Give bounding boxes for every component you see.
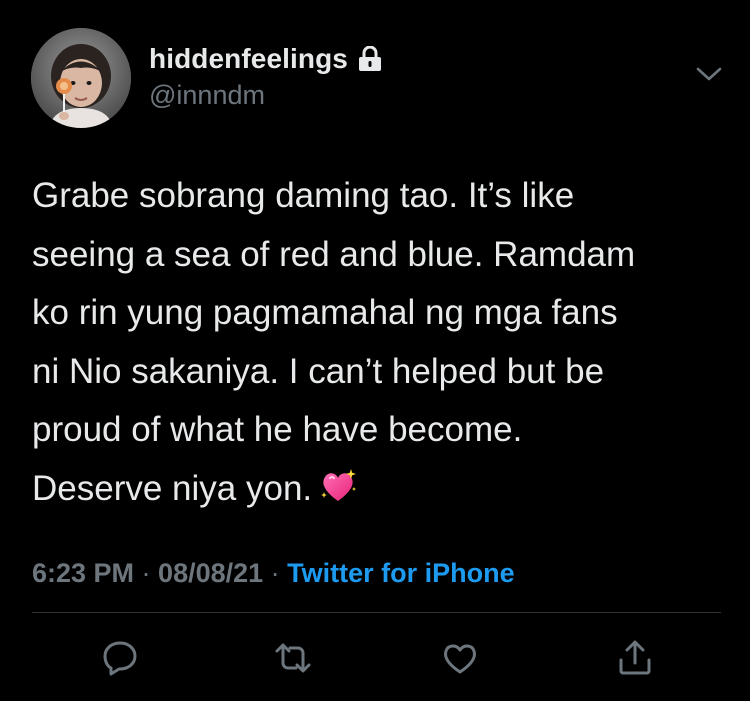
sparkling-heart-icon <box>318 466 358 506</box>
user-handle[interactable]: @innndm <box>149 80 265 111</box>
tweet-source-link[interactable]: Twitter for iPhone <box>287 558 515 588</box>
avatar-image <box>31 28 131 128</box>
tweet-card: hiddenfeelings @innndm Grabe sobrang dam… <box>0 0 750 701</box>
meta-separator: · <box>134 558 159 588</box>
tweet-time: 6:23 PM <box>32 558 135 588</box>
avatar[interactable] <box>31 28 131 128</box>
tweet-date: 08/08/21 <box>158 558 264 588</box>
lock-icon <box>358 45 382 72</box>
display-name[interactable]: hiddenfeelings <box>149 43 348 75</box>
tweet-body: Grabe sobrang daming tao. It’s like seei… <box>32 176 636 508</box>
tweet-text: Grabe sobrang daming tao. It’s like seei… <box>32 167 732 518</box>
like-icon[interactable] <box>440 638 480 678</box>
name-row: hiddenfeelings <box>149 42 382 76</box>
meta-separator: · <box>263 558 288 588</box>
share-icon[interactable] <box>615 638 655 678</box>
tweet-meta: 6:23 PM · 08/08/21 · Twitter for iPhone <box>32 556 515 590</box>
retweet-icon[interactable] <box>273 638 313 678</box>
divider <box>32 612 721 613</box>
chevron-down-icon[interactable] <box>693 62 725 86</box>
reply-icon[interactable] <box>100 638 140 678</box>
